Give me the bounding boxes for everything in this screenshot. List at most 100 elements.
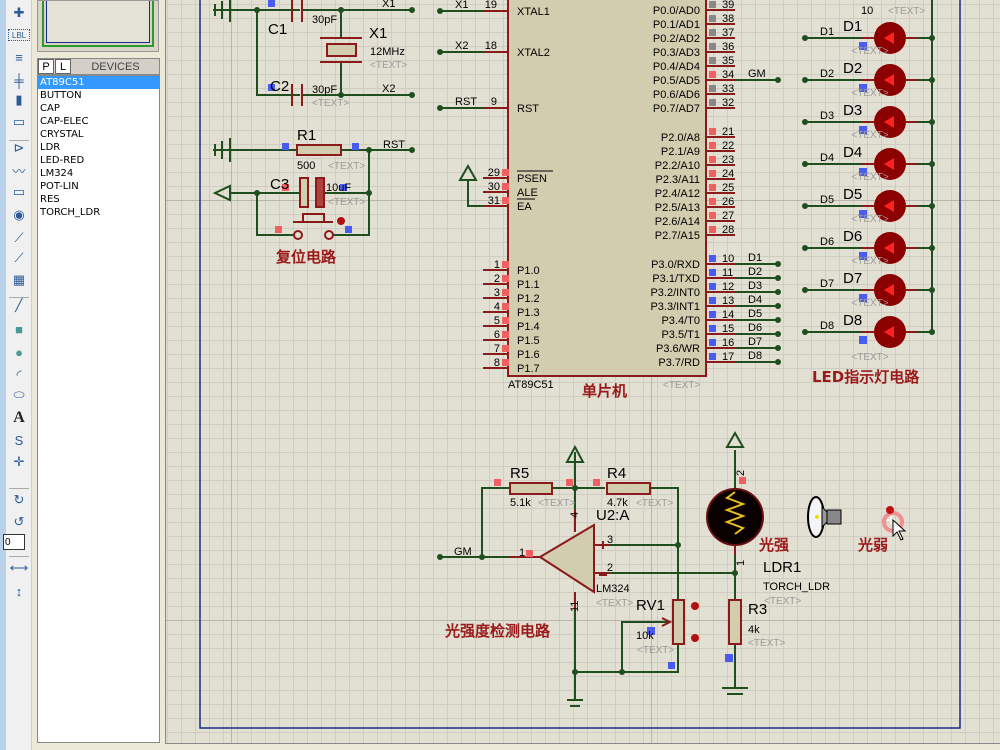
schematic-shape: [802, 245, 808, 251]
probe-pin-icon[interactable]: [882, 506, 907, 541]
schematic-shape: [775, 261, 781, 267]
r5-ref: R5: [510, 465, 529, 482]
mcu-title: 单片机: [582, 382, 627, 400]
led-net-label: D6: [820, 236, 834, 248]
ldr-pin-1: 1: [735, 560, 747, 566]
lamp-icon[interactable]: [807, 496, 842, 538]
schematic-shape: [929, 119, 935, 125]
pin-label: RST: [517, 103, 539, 115]
schematic-shape: [709, 311, 716, 318]
schematic-shape: [326, 43, 357, 57]
schematic-shape: [709, 1, 716, 8]
led-d6[interactable]: D6 D6 <TEXT>: [802, 228, 935, 267]
x1-ref: X1: [369, 25, 387, 42]
led-d3[interactable]: D3 D3 <TEXT>: [802, 102, 935, 141]
schematic-shape: [409, 92, 415, 98]
oscillator-circuit: C1 30pF X1 12MHz <TEXT> C2 30pF <TEXT> X…: [213, 0, 415, 109]
horizontal-scrollbar[interactable]: [165, 743, 1000, 750]
schematic-shape: [709, 212, 716, 219]
schematic-shape: [337, 217, 345, 225]
led-ref: D2: [843, 60, 862, 77]
schematic-shape: [821, 505, 828, 529]
ldr-symbol: [706, 488, 764, 546]
pin-label: P2.5/A13: [655, 202, 700, 214]
net-label: D6: [748, 322, 762, 334]
schematic-shape: [254, 190, 260, 196]
schematic-shape: [599, 541, 607, 576]
led-d2[interactable]: D2 D2 <TEXT>: [802, 60, 935, 99]
pin-number: 8: [494, 357, 500, 369]
reset-circuit-title: 复位电路: [275, 248, 337, 266]
mcu-part-name: AT89C51: [508, 379, 554, 391]
led-circuit-title: LED指示灯电路: [812, 368, 920, 386]
schematic-shape: [739, 477, 746, 484]
pin-label: XTAL2: [517, 47, 550, 59]
schematic-shape: [619, 669, 625, 675]
pin-number: 1: [494, 259, 500, 271]
net-label: D7: [748, 336, 762, 348]
net-label: D4: [748, 294, 762, 306]
led-d1[interactable]: D1 D1 <TEXT>: [802, 18, 935, 57]
schematic-shape: [691, 634, 699, 642]
schematic-shape: [212, 184, 231, 202]
opamp-pin-4: 4: [569, 512, 581, 518]
schematic-shape: [572, 669, 578, 675]
schematic-shape: [299, 177, 309, 208]
schematic-shape: [593, 479, 600, 486]
led-d5[interactable]: D5 D5 <TEXT>: [802, 186, 935, 225]
pin-label: P1.6: [517, 349, 540, 361]
pin-label: P0.2/AD2: [653, 33, 700, 45]
schematic-shape: [775, 345, 781, 351]
pin-number: 11: [722, 267, 733, 279]
schematic-shape: [709, 184, 716, 191]
pin-label: P1.0: [517, 265, 540, 277]
schematic-shape: [502, 317, 509, 324]
schematic-shape: [409, 7, 415, 13]
r1-ref: R1: [297, 127, 316, 144]
schematic-shape: [929, 77, 935, 83]
pin-number: 15: [722, 323, 734, 335]
pin-number: 38: [722, 13, 734, 25]
led-d7[interactable]: D7 D7 <TEXT>: [802, 270, 935, 309]
schematic-shape: [606, 482, 651, 495]
schematic-shape: [929, 287, 935, 293]
pin-number: 21: [722, 126, 734, 138]
schematic-shape: [886, 506, 894, 514]
led-text: <TEXT>: [851, 352, 888, 363]
schematic-shape: [709, 85, 716, 92]
r3-value: 4k: [748, 624, 760, 636]
pin-label: P2.3/A11: [656, 174, 700, 186]
schematic-shape: [929, 161, 935, 167]
pin-number: 6: [494, 329, 500, 341]
r5-value: 5.1k: [510, 497, 531, 509]
schematic-shape: [502, 289, 509, 296]
schematic-shape: [502, 169, 509, 176]
rv1-text: <TEXT>: [637, 645, 674, 656]
r5-text: <TEXT>: [538, 498, 575, 509]
pin-label: P0.5/AD5: [653, 75, 700, 87]
schematic-shape: [338, 7, 344, 13]
pin-label: P2.7/A15: [655, 230, 700, 242]
pin-number: 14: [722, 309, 734, 321]
schematic-shape: [345, 226, 352, 233]
pin-number: 32: [722, 97, 734, 109]
led-text: <TEXT>: [851, 46, 888, 57]
schematic-shape: [437, 49, 443, 55]
led-d4[interactable]: D4 D4 <TEXT>: [802, 144, 935, 183]
led-indicator-circuit: 10 <TEXT> LED指示灯电路 D1 D1<TEXT>D2 D2<TEXT>D…: [802, 0, 935, 386]
schematic-shape: [775, 303, 781, 309]
schematic-shape: [725, 654, 733, 662]
ldr-text: <TEXT>: [764, 596, 801, 607]
at89c51-mcu[interactable]: AT89C51 单片机 <TEXT> 19XTAL1X118XTAL2X29RS…: [437, 0, 781, 400]
schematic-shape: [826, 509, 842, 525]
led-text: <TEXT>: [851, 88, 888, 99]
c1-ref: C1: [268, 21, 287, 38]
c2-text: <TEXT>: [312, 98, 349, 109]
schematic-shape: [437, 554, 443, 560]
pin-number: 10: [722, 253, 734, 265]
pin-label: P1.7: [517, 363, 540, 375]
schematic-shape: [709, 43, 716, 50]
schematic-shape: [709, 283, 716, 290]
schematic-shape: [775, 331, 781, 337]
led-d8[interactable]: D8 D8 <TEXT>: [802, 312, 935, 363]
